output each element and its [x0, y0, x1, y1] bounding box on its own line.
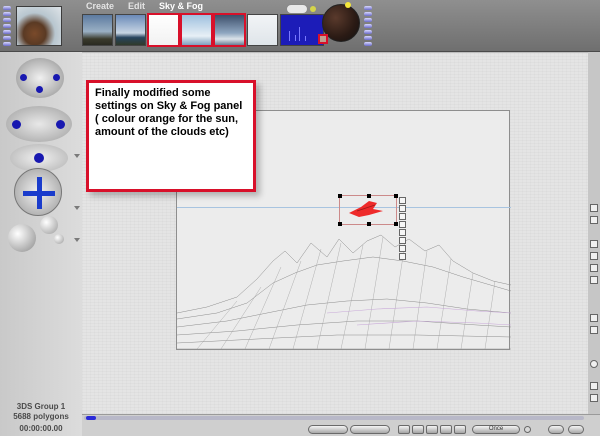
scale-sphere-small[interactable]: [54, 234, 64, 244]
record-button[interactable]: [308, 425, 348, 434]
scale-sphere-medium[interactable]: [40, 216, 58, 234]
rotate-trackball[interactable]: [6, 106, 72, 142]
view-icon-6[interactable]: [590, 326, 598, 334]
play-button[interactable]: [426, 425, 438, 434]
paintbrush-icon[interactable]: [590, 204, 598, 212]
material-icon[interactable]: [399, 245, 406, 252]
sky-preset-3[interactable]: [147, 13, 180, 47]
edit-icon[interactable]: [399, 237, 406, 244]
right-tool-strip: [588, 52, 600, 414]
camera-control-panel: 3DS Group 1 5688 polygons: [0, 52, 82, 436]
view-icon-2[interactable]: [590, 252, 598, 260]
drop-icon[interactable]: [399, 253, 406, 260]
light-bulb-icon[interactable]: [310, 6, 316, 12]
terrain-wireframe: [177, 234, 511, 350]
menu-edit[interactable]: Edit: [128, 1, 145, 13]
scale-icon[interactable]: [399, 213, 406, 220]
sky-preset-2[interactable]: [115, 14, 146, 46]
workspace: Finally modified some settings on Sky & …: [82, 52, 588, 414]
move-cross-icon[interactable]: [14, 168, 62, 216]
frame-step-dot[interactable]: [524, 426, 531, 433]
loop-mode-select[interactable]: Once: [472, 425, 520, 434]
loop-mode-label: Once: [488, 426, 504, 432]
timecode-display: 00:00:00.00: [19, 424, 63, 433]
pencil-icon[interactable]: [590, 216, 598, 224]
sun-light-icon[interactable]: [345, 2, 351, 8]
top-menu: Create Edit Sky & Fog: [86, 1, 203, 13]
gear-icon[interactable]: [590, 360, 598, 368]
sky-preset-1[interactable]: [82, 14, 113, 46]
zoom-icon[interactable]: [590, 394, 598, 402]
camera-trackball-icon[interactable]: [16, 58, 64, 98]
chevron-down-icon[interactable]: [74, 206, 80, 210]
keyframe-button[interactable]: [350, 425, 390, 434]
tutorial-annotation: Finally modified some settings on Sky & …: [86, 80, 256, 192]
top-toolbar: Create Edit Sky & Fog: [0, 0, 600, 52]
sky-preset-6[interactable]: [247, 14, 278, 46]
wand-icon[interactable]: [590, 382, 598, 390]
object-info: 3DS Group 1 5688 polygons: [0, 402, 82, 422]
step-back-button[interactable]: [412, 425, 424, 434]
view-icon-3[interactable]: [590, 264, 598, 272]
expand-button[interactable]: [568, 425, 584, 434]
transport-controls: [398, 425, 466, 435]
timeline-playhead[interactable]: [86, 416, 96, 420]
rotate-icon[interactable]: [399, 205, 406, 212]
sky-preset-4[interactable]: [180, 13, 213, 47]
chevron-down-icon[interactable]: [74, 238, 80, 242]
view-icon-4[interactable]: [590, 276, 598, 284]
sky-preset-5[interactable]: [213, 13, 246, 47]
object-name: 3DS Group 1: [16, 402, 66, 411]
timeline-bar: Once: [82, 414, 600, 436]
rewind-button[interactable]: [398, 425, 410, 434]
scale-sphere-large[interactable]: [8, 224, 36, 252]
step-forward-button[interactable]: [440, 425, 452, 434]
pin-icon[interactable]: [399, 197, 406, 204]
sun-color-swatch[interactable]: [318, 34, 328, 44]
view-icon-5[interactable]: [590, 314, 598, 322]
fast-forward-button[interactable]: [454, 425, 466, 434]
menu-create[interactable]: Create: [86, 1, 114, 13]
move-icon[interactable]: [399, 221, 406, 228]
settings-button[interactable]: [548, 425, 564, 434]
view-icon-1[interactable]: [590, 240, 598, 248]
cloud-icon[interactable]: [286, 4, 308, 14]
link-icon[interactable]: [399, 229, 406, 236]
panel-dots-right[interactable]: [364, 6, 374, 48]
menu-sky-fog[interactable]: Sky & Fog: [159, 1, 203, 13]
panel-dots-left[interactable]: [3, 6, 13, 48]
polygon-count: 5688 polygons: [13, 412, 69, 421]
sun-object[interactable]: [347, 199, 387, 219]
timeline-scrubber[interactable]: [84, 416, 584, 420]
chevron-down-icon[interactable]: [74, 154, 80, 158]
object-mini-toolbar: [399, 197, 407, 261]
scene-preview-thumbnail[interactable]: [16, 6, 62, 46]
sky-preset-strip: [82, 13, 324, 48]
